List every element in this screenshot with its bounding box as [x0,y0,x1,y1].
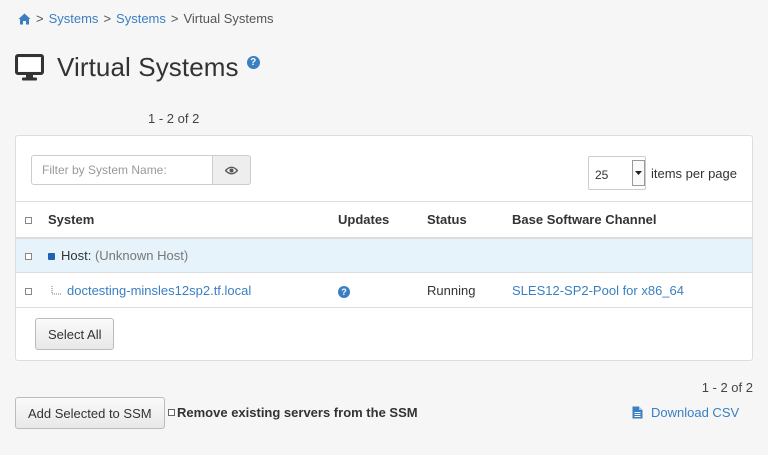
tree-branch-icon [51,286,62,295]
download-csv-link[interactable]: Download CSV [651,405,739,420]
page-title: Virtual Systems [57,52,239,82]
breadcrumb: > Systems > Systems > Virtual Systems [18,11,274,26]
system-name-link[interactable]: doctesting-minsles12sp2.tf.local [67,283,251,298]
breadcrumb-current: Virtual Systems [183,11,274,26]
remove-existing-option: Remove existing servers from the SSM [168,405,418,420]
row-checkbox[interactable] [25,287,32,295]
breadcrumb-systems-link-2[interactable]: Systems [116,11,166,26]
select-all-button[interactable]: Select All [35,318,115,350]
host-value: (Unknown Host) [94,247,189,263]
download-csv[interactable]: Download CSV [632,405,739,420]
breadcrumb-separator: > [170,11,179,26]
remove-existing-label: Remove existing servers from the SSM [177,405,418,420]
host-icon [48,252,55,260]
add-selected-to-ssm-button[interactable]: Add Selected to SSM [15,397,165,429]
filter-button[interactable] [213,155,251,185]
updates-unknown-icon[interactable]: ? [338,285,350,298]
column-header-status: Status [427,201,512,239]
table-header-row: System Updates Status Base Software Chan… [16,201,752,239]
filter-group [31,155,251,185]
base-channel-link[interactable]: SLES12-SP2-Pool for x86_64 [512,283,684,298]
system-status: Running [427,272,512,308]
column-header-channel: Base Software Channel [512,201,752,239]
items-per-page-value: 25 [595,168,609,182]
help-icon[interactable]: ? [246,56,260,69]
remove-existing-checkbox[interactable] [168,409,175,416]
home-icon[interactable] [18,13,31,25]
systems-table: System Updates Status Base Software Chan… [16,201,752,308]
pagination-summary-top: 1 - 2 of 2 [148,111,200,126]
column-header-system[interactable]: System [48,201,338,239]
eye-icon [225,166,238,174]
host-row-checkbox[interactable] [25,252,32,260]
items-per-page-select[interactable]: 25 [588,156,646,190]
page-header: Virtual Systems ? [15,52,260,83]
pagination-summary-bottom: 1 - 2 of 2 [701,380,753,395]
breadcrumb-separator: > [103,11,112,26]
breadcrumb-separator: > [36,11,44,26]
chevron-down-icon [632,160,645,186]
filter-input[interactable] [31,155,213,185]
host-label: Host: [61,247,92,263]
items-per-page-label: items per page [651,165,737,181]
select-all-checkbox[interactable] [25,216,32,224]
monitor-icon [15,54,44,81]
column-header-updates: Updates [338,201,427,239]
host-row: Host: (Unknown Host) [16,237,752,273]
systems-panel: 25 items per page System Updates Status … [15,135,753,361]
table-row: doctesting-minsles12sp2.tf.local ? Runni… [16,272,752,308]
items-per-page: 25 items per page [588,156,737,190]
file-csv-icon [632,406,643,419]
breadcrumb-systems-link[interactable]: Systems [49,11,99,26]
